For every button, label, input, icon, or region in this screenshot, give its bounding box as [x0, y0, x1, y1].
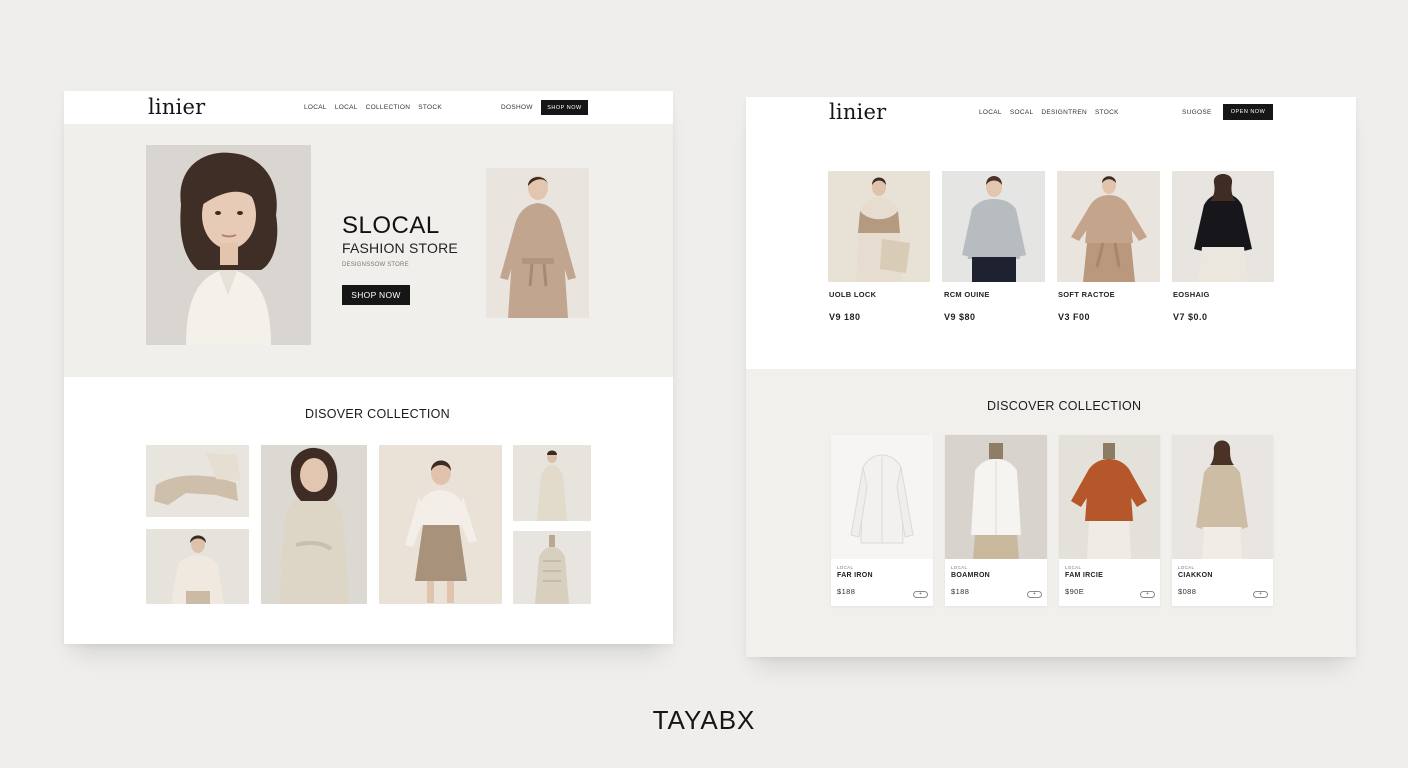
product-name[interactable]: SOFT RACTOE [1058, 290, 1115, 299]
collection-card[interactable]: LOCAL CIAKKON $088 + [1172, 435, 1273, 606]
card-price: $188 [837, 587, 856, 596]
hero-portrait-image [146, 145, 311, 345]
collection-title: DISCOVER COLLECTION [987, 399, 1142, 413]
nav-item[interactable]: LOCAL [335, 104, 358, 111]
nav-item[interactable]: STOCK [1095, 109, 1119, 116]
collection-image[interactable] [379, 445, 502, 604]
add-to-cart-icon[interactable]: + [1027, 591, 1042, 598]
top-nav: linier LOCAL LOCAL COLLECTION STOCK DOSH… [64, 91, 673, 124]
collection-image[interactable] [146, 529, 249, 604]
top-nav: linier LOCAL SOCAL DESIGNTREN STOCK SUGO… [746, 97, 1356, 130]
card-tag: LOCAL [951, 565, 968, 570]
card-tag: LOCAL [837, 565, 854, 570]
card-price: $088 [1178, 587, 1197, 596]
hero-shop-button[interactable]: SHOP NOW [342, 285, 410, 305]
nav-link[interactable]: DOSHOW [501, 104, 533, 111]
card-name: BOAMRON [951, 572, 991, 579]
add-to-cart-icon[interactable]: + [1140, 591, 1155, 598]
nav-open-button[interactable]: OPEN NOW [1223, 104, 1273, 120]
product-image[interactable] [828, 171, 930, 282]
logo[interactable]: linier [148, 95, 205, 119]
collection-image[interactable] [513, 531, 591, 604]
nav-item[interactable]: COLLECTION [366, 104, 411, 111]
product-name[interactable]: UOLB LOCK [829, 290, 876, 299]
product-name[interactable]: RCM OUINE [944, 290, 990, 299]
collection-image[interactable] [146, 445, 249, 517]
product-image [1172, 435, 1273, 559]
right-screen: linier LOCAL SOCAL DESIGNTREN STOCK SUGO… [746, 97, 1356, 657]
card-name: CIAKKON [1178, 572, 1213, 579]
collection-title: DISOVER COLLECTION [305, 407, 451, 421]
nav-shop-button[interactable]: SHOP NOW [541, 100, 588, 115]
nav-item[interactable]: LOCAL [979, 109, 1002, 116]
brand-wordmark: TAYABX [652, 705, 756, 735]
nav-link[interactable]: SUGOSE [1182, 109, 1212, 116]
add-to-cart-icon[interactable]: + [1253, 591, 1268, 598]
product-price: V9 $80 [944, 312, 976, 322]
add-to-cart-icon[interactable]: + [913, 591, 928, 598]
card-name: FAM IRCIE [1065, 572, 1104, 579]
logo[interactable]: linier [829, 100, 886, 124]
card-tag: LOCAL [1065, 565, 1082, 570]
hero-subtitle: FASHION STORE [342, 240, 458, 256]
card-tag: LOCAL [1178, 565, 1195, 570]
card-price: $188 [951, 587, 970, 596]
product-name[interactable]: EOSHAIG [1173, 290, 1210, 299]
nav-item[interactable]: DESIGNTREN [1041, 109, 1087, 116]
card-price: $90E [1065, 587, 1085, 596]
product-price: V7 $0.0 [1173, 312, 1208, 322]
nav-menu: LOCAL SOCAL DESIGNTREN STOCK [979, 109, 1119, 116]
product-image[interactable] [1057, 171, 1160, 282]
hero-model-image [486, 168, 589, 318]
nav-menu: LOCAL LOCAL COLLECTION STOCK [304, 104, 442, 111]
product-image[interactable] [942, 171, 1045, 282]
nav-item[interactable]: LOCAL [304, 104, 327, 111]
left-screen: linier LOCAL LOCAL COLLECTION STOCK DOSH… [64, 91, 673, 644]
nav-item[interactable]: STOCK [418, 104, 442, 111]
collection-image[interactable] [513, 445, 591, 521]
collection-image[interactable] [261, 445, 367, 604]
hero-tagline: DESIGNSSOW STORE [342, 262, 409, 268]
hero-title: SLOCAL [342, 212, 440, 239]
product-price: V3 F00 [1058, 312, 1091, 322]
collection-card[interactable]: LOCAL FAM IRCIE $90E + [1059, 435, 1160, 606]
product-image [1059, 435, 1160, 559]
product-image [831, 435, 933, 559]
hero-section: SLOCAL FASHION STORE DESIGNSSOW STORE SH… [64, 124, 673, 377]
collection-section: DISCOVER COLLECTION LOCAL FAR IRON $188 … [746, 369, 1356, 657]
product-price: V9 180 [829, 312, 861, 322]
product-image[interactable] [1172, 171, 1274, 282]
product-image [945, 435, 1047, 559]
card-name: FAR IRON [837, 572, 873, 579]
nav-item[interactable]: SOCAL [1010, 109, 1034, 116]
collection-card[interactable]: LOCAL FAR IRON $188 + [831, 435, 933, 606]
collection-card[interactable]: LOCAL BOAMRON $188 + [945, 435, 1047, 606]
